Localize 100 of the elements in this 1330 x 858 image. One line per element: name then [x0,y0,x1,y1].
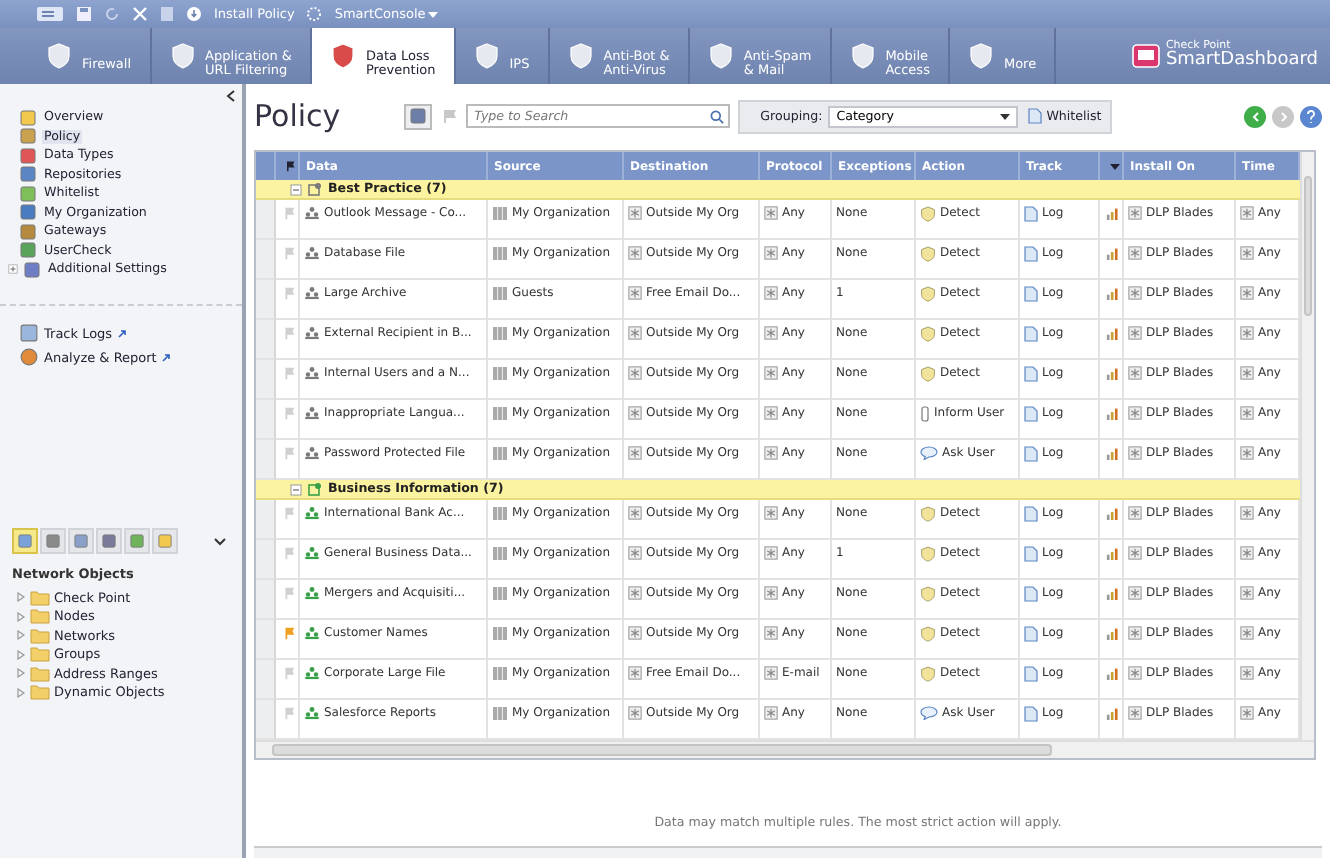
star-box-icon [628,246,642,260]
building-icon [492,326,508,340]
view-button[interactable] [404,103,433,129]
flag-icon[interactable] [281,586,295,600]
severity-icon [1105,286,1119,300]
collapse-icon[interactable] [226,90,236,102]
shield-icon [849,42,876,70]
star-box-icon [1240,326,1254,340]
expander-icon[interactable] [16,687,26,698]
chevron-down-icon[interactable] [214,537,226,545]
flag-icon [284,160,296,172]
save-icon[interactable] [76,6,92,22]
row-handle[interactable] [256,620,276,660]
flag-icon[interactable] [281,626,295,640]
flag-icon[interactable] [281,546,295,560]
star-box-icon [628,706,642,720]
expander-icon[interactable] [16,668,26,679]
chevron-right-icon [1279,111,1287,121]
severity-icon [1105,706,1119,720]
flag-icon[interactable] [281,666,295,680]
flag-icon[interactable] [281,506,295,520]
star-box-icon [628,666,642,680]
shield-icon [920,246,936,262]
row-handle[interactable] [256,400,276,440]
expander-icon[interactable] [16,649,26,660]
logo-icon [1131,44,1160,68]
flag-icon[interactable] [281,406,295,420]
expander-icon[interactable] [16,592,26,603]
object-tool-button[interactable] [40,528,66,554]
search-icon [710,110,725,124]
star-box-icon [764,546,778,560]
caret-icon[interactable] [427,11,438,17]
star-box-icon [1128,446,1142,460]
star-box-icon [764,666,778,680]
speech-bubble-icon [920,706,938,720]
shield-icon [567,42,594,70]
object-tool-button[interactable] [12,528,38,554]
severity-icon [1105,626,1119,640]
question-icon [1306,109,1316,123]
menu-icon[interactable] [36,6,64,22]
horizontal-scrollbar[interactable] [256,740,1314,758]
row-handle[interactable] [256,580,276,620]
people-icon [304,446,320,460]
row-handle[interactable] [256,440,276,480]
row-handle[interactable] [256,500,276,540]
refresh-icon[interactable] [104,6,120,22]
help-button[interactable] [1300,105,1322,127]
shield-icon [920,546,936,562]
severity-icon [1105,246,1119,260]
row-handle[interactable] [256,200,276,240]
row-handle[interactable] [256,700,276,740]
building-icon [492,206,508,220]
vertical-scrollbar[interactable] [1300,152,1314,740]
star-box-icon [1128,206,1142,220]
people-icon [304,246,320,260]
star-box-icon [628,446,642,460]
star-box-icon [1240,506,1254,520]
row-handle[interactable] [256,660,276,700]
sort-icon[interactable] [1109,163,1119,169]
forward-button[interactable] [1272,105,1294,127]
back-button[interactable] [1244,105,1266,127]
row-handle[interactable] [256,360,276,400]
expand-icon[interactable] [8,264,18,275]
object-tool-button[interactable] [68,528,94,554]
star-box-icon [628,326,642,340]
star-box-icon [764,706,778,720]
star-box-icon [764,206,778,220]
star-box-icon [1128,406,1142,420]
flag-icon[interactable] [281,246,295,260]
shield-icon [920,666,936,682]
flag-icon[interactable] [281,366,295,380]
severity-icon [1105,506,1119,520]
flag-icon[interactable] [281,206,295,220]
install-icon [186,6,202,22]
object-tool-button[interactable] [152,528,178,554]
flag-icon[interactable] [281,326,295,340]
object-tool-button[interactable] [124,528,150,554]
product-name: SmartDashboard [1165,52,1318,71]
row-handle[interactable] [256,280,276,320]
row-handle[interactable] [256,540,276,580]
star-box-icon [764,406,778,420]
flag-icon[interactable] [281,446,295,460]
flag-icon[interactable] [281,286,295,300]
shield-icon [169,42,196,70]
expander-icon[interactable] [16,630,26,641]
star-box-icon [764,446,778,460]
shield-icon [920,206,936,222]
object-tool-button[interactable] [96,528,122,554]
severity-icon [1105,446,1119,460]
people-icon [304,366,320,380]
flag-icon[interactable] [440,108,459,124]
expander-icon[interactable] [16,611,26,622]
people-icon [304,206,320,220]
flag-icon[interactable] [281,706,295,720]
row-handle[interactable] [256,320,276,360]
shield-icon [967,42,994,70]
building-icon [492,706,508,720]
star-box-icon [764,286,778,300]
people-icon [304,586,320,600]
row-handle[interactable] [256,240,276,280]
